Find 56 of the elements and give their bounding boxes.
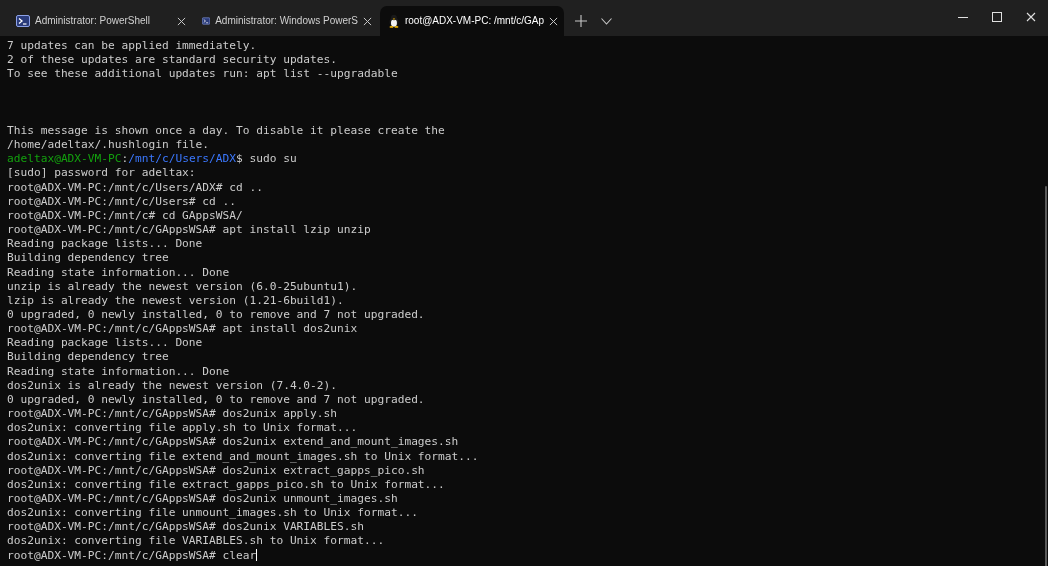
terminal-line: dos2unix: converting file extract_gapps_pico.sh to Unix format... <box>7 477 445 491</box>
tab-title: Administrator: Windows PowerS <box>215 14 358 28</box>
close-icon[interactable] <box>1026 12 1036 22</box>
terminal-line: Reading package lists... Done <box>7 336 203 350</box>
terminal-tab[interactable]: Administrator: PowerShell <box>8 6 192 36</box>
terminal-line: Building dependency tree <box>7 251 169 265</box>
terminal-line: This message is shown once a day. To disable it please create the <box>7 123 445 137</box>
terminal-line: dos2unix: converting file unmount_images.sh to Unix format... <box>7 506 418 520</box>
terminal-line: To see these additional updates run: apt list --upgradable <box>7 67 398 81</box>
prompt-separator: : <box>121 152 129 166</box>
terminal-line: root@ADX-VM-PC:/mnt/c/GAppsWSA# apt install lzip unzip <box>7 223 371 237</box>
terminal-line: dos2unix is already the newest version (7.4.0-2). <box>7 378 338 392</box>
terminal-line: root@ADX-VM-PC:/mnt/c/Users/ADX# cd .. <box>7 180 263 194</box>
terminal-line: dos2unix: converting file apply.sh to Unix format... <box>7 421 358 435</box>
terminal-line: Reading package lists... Done <box>7 237 203 251</box>
chevron-down-icon[interactable] <box>600 17 612 25</box>
terminal-tab[interactable]: Administrator: Windows PowerS <box>194 6 378 36</box>
terminal-line: unzip is already the newest version (6.0-25ubuntu1). <box>7 279 358 293</box>
prompt-path: /mnt/c/Users/ADX <box>128 152 237 166</box>
terminal-line: Building dependency tree <box>7 350 169 364</box>
terminal-line: root@ADX-VM-PC:/mnt/c/GAppsWSA# dos2unix VARIABLES.sh <box>7 520 364 534</box>
terminal-line: root@ADX-VM-PC:/mnt/c/GAppsWSA# dos2unix extend_and_mount_images.sh <box>7 435 459 449</box>
terminal-line: [sudo] password for adeltax: <box>7 166 196 180</box>
terminal-line: /home/adeltax/.hushlogin file. <box>7 138 210 152</box>
terminal-line: Reading state information... Done <box>7 265 230 279</box>
terminal-prompt-icon <box>16 15 30 27</box>
prompt-command: sudo su <box>249 152 297 166</box>
terminal-line: root@ADX-VM-PC:/mnt/c/GAppsWSA# apt install dos2unix <box>7 322 358 336</box>
terminal-line: root@ADX-VM-PC:/mnt/c/GAppsWSA# clear <box>7 548 257 562</box>
terminal-tab[interactable]: root@ADX-VM-PC: /mnt/c/GAp <box>380 6 564 36</box>
prompt-symbol: $ <box>236 152 243 166</box>
penguin-icon <box>388 14 400 28</box>
terminal-line: dos2unix: converting file extend_and_mount_images.sh to Unix format... <box>7 449 479 463</box>
prompt-user: adeltax@ADX-VM-PC <box>7 152 122 166</box>
terminal-line: 0 upgraded, 0 newly installed, 0 to remove and 7 not upgraded. <box>7 392 425 406</box>
terminal-line: root@ADX-VM-PC:/mnt/c/GAppsWSA# dos2unix unmount_images.sh <box>7 492 398 505</box>
tab-title: Administrator: PowerShell <box>35 14 152 28</box>
minimize-icon[interactable] <box>958 16 968 18</box>
terminal-line: 2 of these updates are standard security updates. <box>7 53 338 67</box>
terminal-line: root@ADX-VM-PC:/mnt/c# cd GAppsWSA/ <box>7 208 243 222</box>
close-icon[interactable] <box>177 16 186 26</box>
terminal-prompt-icon <box>202 15 211 27</box>
terminal-line: lzip is already the newest version (1.21-6build1). <box>7 293 344 307</box>
plus-icon[interactable] <box>575 15 587 27</box>
terminal-line: root@ADX-VM-PC:/mnt/c/GAppsWSA# dos2unix apply.sh <box>7 407 338 421</box>
terminal-line: root@ADX-VM-PC:/mnt/c/GAppsWSA# dos2unix extract_gapps_pico.sh <box>7 463 425 477</box>
scrollbar[interactable] <box>1045 186 1047 566</box>
close-icon[interactable] <box>363 16 372 26</box>
close-icon[interactable] <box>549 16 558 26</box>
maximize-icon[interactable] <box>992 12 1002 22</box>
terminal-line: 7 updates can be applied immediately. <box>7 39 257 52</box>
terminal-line: 0 upgraded, 0 newly installed, 0 to remove and 7 not upgraded. <box>7 307 425 321</box>
terminal-line: root@ADX-VM-PC:/mnt/c/Users# cd .. <box>7 194 236 208</box>
tab-title: root@ADX-VM-PC: /mnt/c/GAp <box>404 14 544 28</box>
terminal-line: Reading state information... Done <box>7 364 230 378</box>
terminal-line: dos2unix: converting file VARIABLES.sh to Unix format... <box>7 534 385 548</box>
